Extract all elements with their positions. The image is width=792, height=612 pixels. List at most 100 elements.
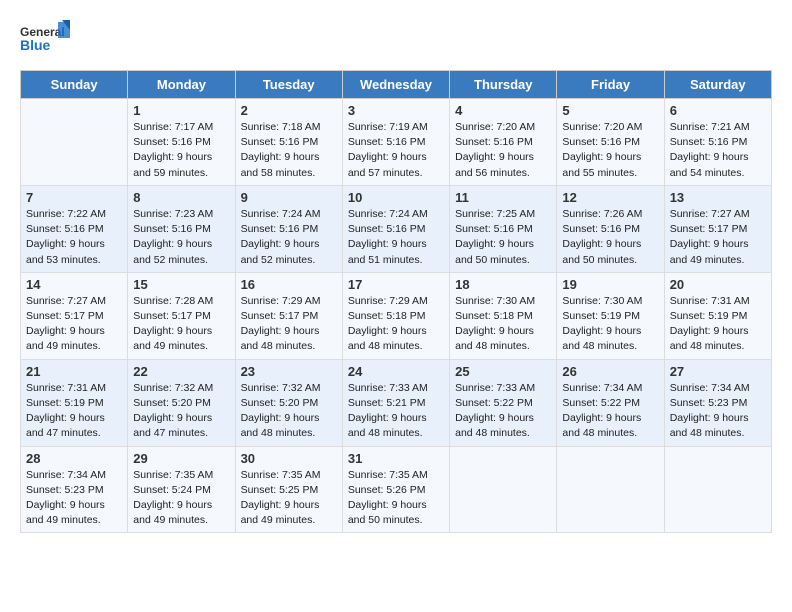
- day-number: 17: [348, 277, 444, 292]
- day-header-monday: Monday: [128, 71, 235, 99]
- day-number: 24: [348, 364, 444, 379]
- day-detail: Sunrise: 7:24 AM Sunset: 5:16 PM Dayligh…: [241, 207, 337, 268]
- calendar-cell: 19 Sunrise: 7:30 AM Sunset: 5:19 PM Dayli…: [557, 272, 664, 359]
- calendar-week-5: 28 Sunrise: 7:34 AM Sunset: 5:23 PM Dayli…: [21, 446, 772, 533]
- day-number: 15: [133, 277, 229, 292]
- day-detail: Sunrise: 7:23 AM Sunset: 5:16 PM Dayligh…: [133, 207, 229, 268]
- calendar-cell: 31 Sunrise: 7:35 AM Sunset: 5:26 PM Dayli…: [342, 446, 449, 533]
- day-detail: Sunrise: 7:34 AM Sunset: 5:23 PM Dayligh…: [26, 468, 122, 529]
- calendar-cell: 5Sunrise: 7:20 AM Sunset: 5:16 PM Daylig…: [557, 99, 664, 186]
- logo: General Blue: [20, 20, 70, 62]
- day-detail: Sunrise: 7:20 AM Sunset: 5:16 PM Dayligh…: [455, 120, 551, 181]
- day-number: 16: [241, 277, 337, 292]
- day-detail: Sunrise: 7:35 AM Sunset: 5:26 PM Dayligh…: [348, 468, 444, 529]
- day-detail: Sunrise: 7:26 AM Sunset: 5:16 PM Dayligh…: [562, 207, 658, 268]
- calendar-week-2: 7 Sunrise: 7:22 AM Sunset: 5:16 PM Daylig…: [21, 185, 772, 272]
- svg-text:Blue: Blue: [20, 37, 51, 53]
- calendar-week-3: 14 Sunrise: 7:27 AM Sunset: 5:17 PM Dayli…: [21, 272, 772, 359]
- day-number: 7: [26, 190, 122, 205]
- calendar-cell: 1 Sunrise: 7:17 AM Sunset: 5:16 PM Daylig…: [128, 99, 235, 186]
- day-number: 8: [133, 190, 229, 205]
- calendar-cell: 26Sunrise: 7:34 AM Sunset: 5:22 PM Dayli…: [557, 359, 664, 446]
- calendar-cell: 7 Sunrise: 7:22 AM Sunset: 5:16 PM Daylig…: [21, 185, 128, 272]
- calendar-cell: 14 Sunrise: 7:27 AM Sunset: 5:17 PM Dayli…: [21, 272, 128, 359]
- day-number: 12: [562, 190, 658, 205]
- day-number: 13: [670, 190, 766, 205]
- day-number: 6: [670, 103, 766, 118]
- calendar-cell: 13 Sunrise: 7:27 AM Sunset: 5:17 PM Dayli…: [664, 185, 771, 272]
- day-detail: Sunrise: 7:22 AM Sunset: 5:16 PM Dayligh…: [26, 207, 122, 268]
- day-header-friday: Friday: [557, 71, 664, 99]
- day-detail: Sunrise: 7:31 AM Sunset: 5:19 PM Dayligh…: [670, 294, 766, 355]
- day-number: 27: [670, 364, 766, 379]
- day-detail: Sunrise: 7:33 AM Sunset: 5:21 PM Dayligh…: [348, 381, 444, 442]
- day-number: 10: [348, 190, 444, 205]
- day-detail: Sunrise: 7:34 AM Sunset: 5:23 PM Dayligh…: [670, 381, 766, 442]
- calendar-cell: 21Sunrise: 7:31 AM Sunset: 5:19 PM Dayli…: [21, 359, 128, 446]
- day-header-thursday: Thursday: [450, 71, 557, 99]
- day-detail: Sunrise: 7:18 AM Sunset: 5:16 PM Dayligh…: [241, 120, 337, 181]
- calendar-cell: 16 Sunrise: 7:29 AM Sunset: 5:17 PM Dayli…: [235, 272, 342, 359]
- calendar-week-4: 21Sunrise: 7:31 AM Sunset: 5:19 PM Dayli…: [21, 359, 772, 446]
- day-number: 4: [455, 103, 551, 118]
- calendar-week-1: 1 Sunrise: 7:17 AM Sunset: 5:16 PM Daylig…: [21, 99, 772, 186]
- day-detail: Sunrise: 7:27 AM Sunset: 5:17 PM Dayligh…: [670, 207, 766, 268]
- day-number: 1: [133, 103, 229, 118]
- calendar-cell: 4 Sunrise: 7:20 AM Sunset: 5:16 PM Daylig…: [450, 99, 557, 186]
- day-detail: Sunrise: 7:28 AM Sunset: 5:17 PM Dayligh…: [133, 294, 229, 355]
- day-number: 9: [241, 190, 337, 205]
- day-detail: Sunrise: 7:27 AM Sunset: 5:17 PM Dayligh…: [26, 294, 122, 355]
- day-detail: Sunrise: 7:19 AM Sunset: 5:16 PM Dayligh…: [348, 120, 444, 181]
- day-detail: Sunrise: 7:17 AM Sunset: 5:16 PM Dayligh…: [133, 120, 229, 181]
- calendar-cell: 29Sunrise: 7:35 AM Sunset: 5:24 PM Dayli…: [128, 446, 235, 533]
- calendar-cell: 9 Sunrise: 7:24 AM Sunset: 5:16 PM Daylig…: [235, 185, 342, 272]
- calendar-cell: 27 Sunrise: 7:34 AM Sunset: 5:23 PM Dayli…: [664, 359, 771, 446]
- day-detail: Sunrise: 7:25 AM Sunset: 5:16 PM Dayligh…: [455, 207, 551, 268]
- day-number: 29: [133, 451, 229, 466]
- day-detail: Sunrise: 7:31 AM Sunset: 5:19 PM Dayligh…: [26, 381, 122, 442]
- calendar-cell: 22 Sunrise: 7:32 AM Sunset: 5:20 PM Dayli…: [128, 359, 235, 446]
- calendar-cell: 3 Sunrise: 7:19 AM Sunset: 5:16 PM Daylig…: [342, 99, 449, 186]
- day-number: 5: [562, 103, 658, 118]
- day-number: 14: [26, 277, 122, 292]
- page-header: General Blue: [20, 20, 772, 62]
- calendar-cell: 30Sunrise: 7:35 AM Sunset: 5:25 PM Dayli…: [235, 446, 342, 533]
- day-number: 22: [133, 364, 229, 379]
- calendar-cell: 10Sunrise: 7:24 AM Sunset: 5:16 PM Dayli…: [342, 185, 449, 272]
- day-number: 2: [241, 103, 337, 118]
- day-detail: Sunrise: 7:30 AM Sunset: 5:18 PM Dayligh…: [455, 294, 551, 355]
- day-number: 25: [455, 364, 551, 379]
- calendar-cell: 12 Sunrise: 7:26 AM Sunset: 5:16 PM Dayli…: [557, 185, 664, 272]
- day-detail: Sunrise: 7:29 AM Sunset: 5:17 PM Dayligh…: [241, 294, 337, 355]
- calendar-cell: [21, 99, 128, 186]
- logo-svg: General Blue: [20, 20, 70, 62]
- day-header-wednesday: Wednesday: [342, 71, 449, 99]
- day-number: 28: [26, 451, 122, 466]
- day-number: 3: [348, 103, 444, 118]
- day-number: 31: [348, 451, 444, 466]
- calendar-cell: 6Sunrise: 7:21 AM Sunset: 5:16 PM Daylig…: [664, 99, 771, 186]
- calendar-cell: [557, 446, 664, 533]
- calendar-cell: 28 Sunrise: 7:34 AM Sunset: 5:23 PM Dayli…: [21, 446, 128, 533]
- day-number: 20: [670, 277, 766, 292]
- day-number: 19: [562, 277, 658, 292]
- calendar-cell: 8 Sunrise: 7:23 AM Sunset: 5:16 PM Daylig…: [128, 185, 235, 272]
- calendar-cell: [664, 446, 771, 533]
- day-number: 18: [455, 277, 551, 292]
- day-detail: Sunrise: 7:30 AM Sunset: 5:19 PM Dayligh…: [562, 294, 658, 355]
- calendar-cell: 17 Sunrise: 7:29 AM Sunset: 5:18 PM Dayli…: [342, 272, 449, 359]
- day-detail: Sunrise: 7:29 AM Sunset: 5:18 PM Dayligh…: [348, 294, 444, 355]
- day-detail: Sunrise: 7:32 AM Sunset: 5:20 PM Dayligh…: [133, 381, 229, 442]
- calendar-cell: 20 Sunrise: 7:31 AM Sunset: 5:19 PM Dayli…: [664, 272, 771, 359]
- day-header-sunday: Sunday: [21, 71, 128, 99]
- calendar-cell: 2 Sunrise: 7:18 AM Sunset: 5:16 PM Daylig…: [235, 99, 342, 186]
- day-detail: Sunrise: 7:35 AM Sunset: 5:25 PM Dayligh…: [241, 468, 337, 529]
- day-number: 23: [241, 364, 337, 379]
- day-detail: Sunrise: 7:32 AM Sunset: 5:20 PM Dayligh…: [241, 381, 337, 442]
- calendar-cell: 25Sunrise: 7:33 AM Sunset: 5:22 PM Dayli…: [450, 359, 557, 446]
- calendar-cell: 15 Sunrise: 7:28 AM Sunset: 5:17 PM Dayli…: [128, 272, 235, 359]
- calendar-cell: [450, 446, 557, 533]
- calendar-cell: 18 Sunrise: 7:30 AM Sunset: 5:18 PM Dayli…: [450, 272, 557, 359]
- day-header-tuesday: Tuesday: [235, 71, 342, 99]
- calendar-cell: 11Sunrise: 7:25 AM Sunset: 5:16 PM Dayli…: [450, 185, 557, 272]
